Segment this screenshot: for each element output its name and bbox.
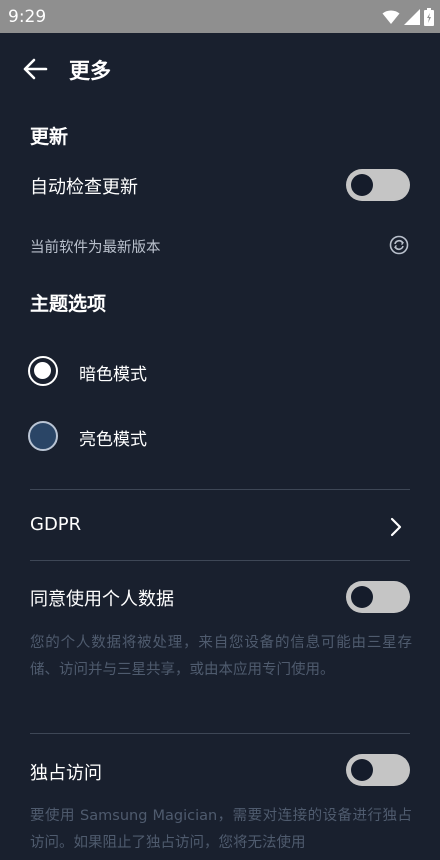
- gdpr-row[interactable]: GDPR: [0, 505, 440, 549]
- auto-check-update-toggle[interactable]: [346, 169, 410, 201]
- personal-data-toggle[interactable]: [346, 581, 410, 613]
- radio-unselected[interactable]: [28, 421, 58, 451]
- auto-check-update-label: 自动检查更新: [30, 177, 138, 198]
- toggle-knob: [351, 759, 373, 781]
- personal-data-description: 您的个人数据将被处理，来自您设备的信息可能由三星存储、访问并与三星共享，或由本应…: [30, 635, 412, 678]
- chevron-right-icon: [390, 517, 402, 537]
- wifi-icon: [382, 10, 400, 24]
- theme-option-label: 暗色模式: [79, 365, 147, 385]
- status-bar: 9:29: [0, 0, 440, 33]
- exclusive-access-description: 要使用 Samsung Magician，需要对连接的设备进行独占访问。如果阻止…: [30, 808, 412, 851]
- personal-data-label: 同意使用个人数据: [30, 589, 174, 610]
- exclusive-access-label: 独占访问: [30, 763, 102, 784]
- update-section-title: 更新: [30, 126, 69, 148]
- divider: [30, 489, 410, 490]
- refresh-icon: [389, 235, 409, 255]
- version-status-text: 当前软件为最新版本: [30, 240, 161, 256]
- gdpr-label: GDPR: [30, 514, 82, 535]
- app-header: 更多: [0, 33, 440, 105]
- back-button[interactable]: [20, 54, 50, 84]
- signal-icon: [404, 9, 420, 25]
- refresh-button[interactable]: [389, 235, 409, 255]
- theme-option-dark[interactable]: 暗色模式: [28, 356, 328, 390]
- radio-selected[interactable]: [28, 356, 58, 386]
- status-time: 9:29: [8, 7, 47, 27]
- divider: [30, 733, 410, 734]
- arrow-left-icon: [23, 58, 48, 80]
- theme-option-label: 亮色模式: [79, 430, 147, 450]
- battery-icon: [424, 8, 434, 26]
- status-icons: [382, 8, 434, 26]
- toggle-knob: [351, 586, 373, 608]
- exclusive-access-toggle[interactable]: [346, 754, 410, 786]
- page-title: 更多: [69, 59, 111, 83]
- toggle-knob: [351, 174, 373, 196]
- theme-option-light[interactable]: 亮色模式: [28, 421, 328, 455]
- divider: [30, 560, 410, 561]
- theme-section-title: 主题选项: [30, 293, 107, 315]
